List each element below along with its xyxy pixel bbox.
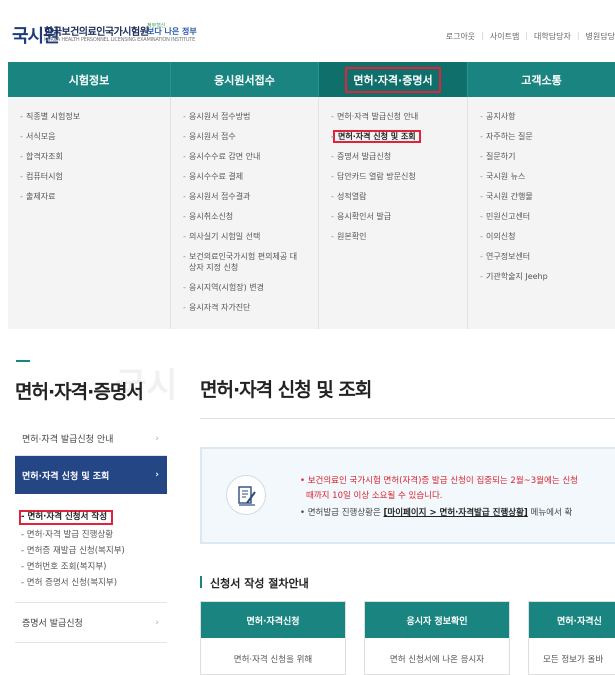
- notice-line-2: 때까지 10일 이상 소요될 수 있습니다.: [306, 491, 443, 501]
- submenu-item-license-number[interactable]: 면허번호 조회(복지부): [21, 562, 167, 573]
- chevron-right-icon: ›: [155, 470, 159, 480]
- notice-line-3-prefix: • 면허발급 진행상황은: [300, 508, 384, 518]
- logo-text[interactable]: 한국보건의료인국가시험원: [44, 23, 149, 38]
- logout-link[interactable]: 로그아웃: [446, 31, 475, 42]
- guide-section-title: 신청서 작성 절차안내: [200, 575, 309, 591]
- sidebar-accent-bar: [16, 360, 30, 362]
- menu-item[interactable]: 면허·자격 발급신청 안내: [319, 111, 467, 122]
- menu-item[interactable]: 합격자조회: [8, 151, 170, 162]
- notice-line-1: • 보건의료인 국가시험 면허(자격)증 발급 신청이 집중되는 2월~3월에는…: [300, 476, 578, 486]
- document-pen-icon: [226, 475, 266, 515]
- title-divider: [200, 418, 615, 419]
- sidebar-item-license-guide[interactable]: 면허·자격 발급신청 안내 ›: [15, 422, 167, 456]
- step-card-1: 면허·자격신청 면허·자격 신청을 위해: [200, 601, 346, 675]
- step-card-3: 면허·자격신 모든 정보가 올바: [528, 601, 615, 675]
- notice-line-3: • 면허발급 진행상황은 [마이페이지 > 면허·자격발급 진행상황] 메뉴에서…: [300, 507, 572, 519]
- site-header: 국시원 한국보건의료인국가시험원 KOREA HEALTH PERSONNEL …: [0, 0, 615, 62]
- menu-item[interactable]: 보건의료인국가시험 편의제공 대상자 지정 신청: [171, 251, 318, 273]
- menu-item[interactable]: 응시원서 접수결과: [171, 191, 318, 202]
- nav-label: 고객소통: [521, 73, 562, 87]
- menu-item[interactable]: 의사실기 시험일 선택: [171, 231, 318, 242]
- util-separator: |: [481, 31, 484, 40]
- step-card-2: 응시자 정보확인 면허 신청서에 나온 응시자: [364, 601, 510, 675]
- menu-item[interactable]: 응시확인서 발급: [319, 211, 467, 222]
- hospital-staff-link[interactable]: 병원담당: [586, 31, 615, 42]
- step-title: 응시자 정보확인: [365, 602, 509, 638]
- menu-item[interactable]: 국시원 간행물: [468, 191, 615, 202]
- sidebar-item-label: 면허·자격 발급신청 안내: [22, 435, 114, 445]
- nav-customer[interactable]: 고객소통: [468, 62, 615, 97]
- menu-item[interactable]: 응시수수료 결제: [171, 171, 318, 182]
- menu-item[interactable]: 민원신고센터: [468, 211, 615, 222]
- chevron-right-icon: ›: [155, 433, 159, 444]
- nav-label: 시험정보: [68, 73, 110, 87]
- mega-col-customer: 공지사항 자주하는 질문 질문하기 국시원 뉴스 국시원 간행물 민원신고센터 …: [468, 97, 615, 329]
- menu-item[interactable]: 원본확인: [319, 231, 467, 242]
- notice-box: • 보건의료인 국가시험 면허(자격)증 발급 신청이 집중되는 2월~3월에는…: [200, 447, 615, 544]
- menu-item[interactable]: 응시원서 접수방법: [171, 111, 318, 122]
- sitemap-link[interactable]: 사이트맵: [490, 31, 519, 42]
- sidebar-item-certificate-issue[interactable]: 증명서 발급신청 ›: [15, 603, 167, 643]
- menu-item[interactable]: 직종별 시험정보: [8, 111, 170, 122]
- mega-menu: 직종별 시험정보 서식모음 합격자조회 컴퓨터시험 출제자료 응시원서 접수방법…: [8, 97, 615, 329]
- menu-item[interactable]: 응시원서 접수: [171, 131, 318, 142]
- submenu-item-issue-status[interactable]: 면허·자격 발급 진행상황: [21, 530, 167, 541]
- step-title: 면허·자격신: [529, 602, 615, 638]
- menu-item-license-apply-highlighted[interactable]: 면허·자격 신청 및 조회: [319, 130, 467, 143]
- logo-subtext: KOREA HEALTH PERSONNEL LICENSING EXAMINA…: [44, 37, 196, 43]
- sidebar-item-label: 면허·자격 신청 및 조회: [22, 471, 110, 482]
- nav-label: 면허·자격·증명서: [345, 66, 441, 93]
- highlight-box: 면허·자격 신청 및 조회: [333, 130, 421, 143]
- menu-item[interactable]: 응시지역(시험장) 변경: [171, 282, 318, 293]
- menu-item[interactable]: 이의신청: [468, 231, 615, 242]
- nav-exam-info[interactable]: 시험정보: [8, 62, 171, 97]
- menu-item[interactable]: 응시수수료 감면 안내: [171, 151, 318, 162]
- util-separator: |: [525, 31, 529, 40]
- menu-item[interactable]: 질문하기: [468, 151, 615, 162]
- sidebar-item-license-apply[interactable]: 면허·자격 신청 및 조회 ›: [15, 456, 167, 494]
- sidebar-submenu: 면허·자격 신청서 작성 면허·자격 발급 진행상황 면허증 재발급 신청(복지…: [15, 494, 167, 603]
- menu-item[interactable]: 공지사항: [468, 111, 615, 122]
- notice-line-3-suffix: 메뉴에서 확: [527, 508, 573, 518]
- step-description: 모든 정보가 올바: [543, 655, 604, 665]
- nav-application[interactable]: 응시원서접수: [171, 62, 319, 97]
- mega-col-exam-info: 직종별 시험정보 서식모음 합격자조회 컴퓨터시험 출제자료: [8, 97, 171, 329]
- mypage-status-link[interactable]: [마이페이지 > 면허·자격발급 진행상황]: [384, 508, 528, 518]
- sidebar-item-label: 증명서 발급신청: [22, 619, 83, 629]
- submenu-item-application-form[interactable]: 면허·자격 신청서 작성: [19, 510, 114, 525]
- page-title: 면허·자격 신청 및 조회: [200, 379, 372, 401]
- menu-item[interactable]: 증명서 발급신청: [319, 151, 467, 162]
- submenu-item-certificate[interactable]: 면허 증명서 신청(복지부): [21, 578, 167, 589]
- menu-item[interactable]: 연구정보센터: [468, 251, 615, 262]
- menu-item[interactable]: 서식모음: [8, 131, 170, 142]
- menu-item[interactable]: 출제자료: [8, 191, 170, 202]
- menu-item[interactable]: 응시자격 자가진단: [171, 302, 318, 313]
- menu-item[interactable]: 기관학술지 Jeehp: [468, 271, 615, 282]
- menu-item[interactable]: 성적열람: [319, 191, 467, 202]
- util-separator: |: [576, 31, 580, 40]
- mega-col-license: 면허·자격 발급신청 안내 면허·자격 신청 및 조회 증명서 발급신청 답안카…: [319, 97, 468, 329]
- nav-label: 응시원서접수: [214, 73, 275, 87]
- utility-links: 로그아웃 | 사이트맵 | 대학담당자 | 병원담당: [446, 31, 615, 42]
- step-description: 면허 신청서에 나온 응시자: [389, 655, 485, 665]
- step-description: 면허·자격 신청을 위해: [233, 655, 313, 665]
- sidebar-title: 면허·자격·증명서: [15, 381, 144, 403]
- nav-license[interactable]: 면허·자격·증명서: [319, 62, 468, 97]
- menu-item[interactable]: 자주하는 질문: [468, 131, 615, 142]
- slogan-logo[interactable]: 보다 나은 정부: [147, 26, 197, 37]
- menu-item[interactable]: 국시원 뉴스: [468, 171, 615, 182]
- sidebar-menu: 면허·자격 발급신청 안내 › 면허·자격 신청 및 조회 › 면허·자격 신청…: [15, 422, 167, 643]
- mega-col-application: 응시원서 접수방법 응시원서 접수 응시수수료 감면 안내 응시수수료 결제 응…: [171, 97, 319, 329]
- main-nav: 시험정보 응시원서접수 면허·자격·증명서 고객소통: [8, 62, 615, 97]
- menu-item[interactable]: 컴퓨터시험: [8, 171, 170, 182]
- menu-item[interactable]: 응시취소신청: [171, 211, 318, 222]
- chevron-right-icon: ›: [155, 617, 159, 628]
- submenu-item-reissue[interactable]: 면허증 재발급 신청(복지부): [21, 546, 167, 557]
- step-title: 면허·자격신청: [201, 602, 345, 638]
- university-staff-link[interactable]: 대학담당자: [534, 31, 571, 42]
- menu-item[interactable]: 답안카드 열람 방문신청: [319, 171, 467, 182]
